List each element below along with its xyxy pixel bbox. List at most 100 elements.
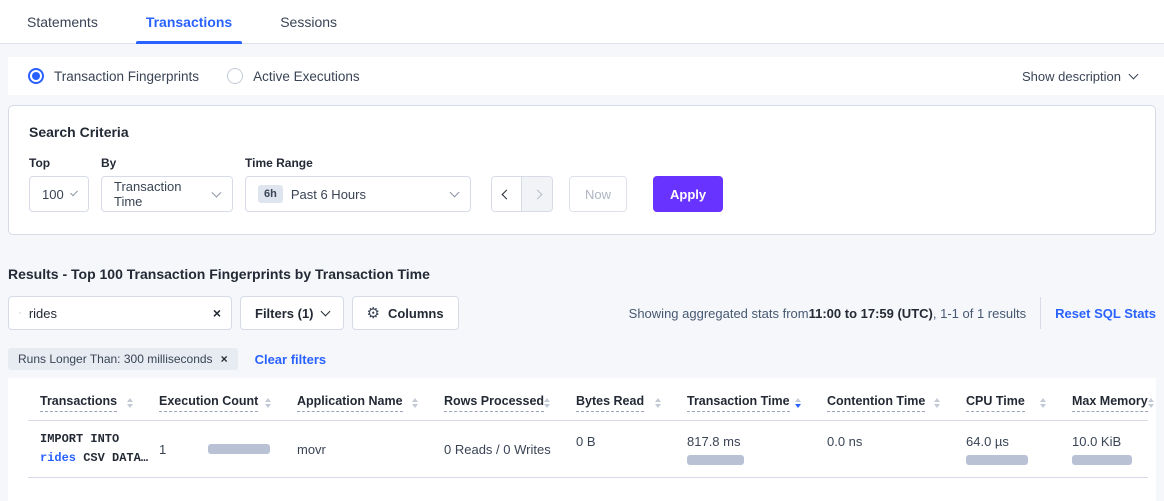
- cell-application-name: movr: [285, 421, 432, 478]
- sort-icon[interactable]: [934, 398, 940, 408]
- filters-button[interactable]: Filters (1): [240, 296, 344, 330]
- time-range-select[interactable]: 6h Past 6 Hours: [245, 176, 471, 212]
- transactions-table: Transactions Execution Count Application…: [28, 384, 1148, 478]
- sort-icon[interactable]: [127, 398, 133, 408]
- transaction-fingerprint-link[interactable]: rides: [40, 451, 76, 465]
- search-criteria-row: Top 100 By Transaction Time Time Range 6…: [29, 156, 1135, 212]
- by-select-value: Transaction Time: [114, 179, 205, 209]
- contention-time-value: 0.0 ns: [827, 434, 862, 449]
- by-label: By: [101, 156, 233, 170]
- statement-line2: rides CSV DATA…: [40, 449, 147, 468]
- gear-icon: ⚙: [367, 306, 380, 321]
- sort-icon[interactable]: [655, 398, 661, 408]
- sql-activity-tabbar: Statements Transactions Sessions: [0, 0, 1164, 44]
- chevron-right-icon: [532, 189, 542, 199]
- column-header-max-memory[interactable]: Max Memory: [1060, 384, 1148, 421]
- column-header-transaction-time[interactable]: Transaction Time: [675, 384, 815, 421]
- table-header-row: Transactions Execution Count Application…: [28, 384, 1148, 421]
- cell-max-memory: 10.0 KiB: [1060, 421, 1148, 478]
- column-header-transactions[interactable]: Transactions: [28, 384, 147, 421]
- cell-cpu-time: 64.0 µs: [954, 421, 1060, 478]
- search-criteria-card: Search Criteria Top 100 By Transaction T…: [8, 105, 1156, 235]
- tab-sessions[interactable]: Sessions: [270, 0, 347, 43]
- cell-transaction-fingerprint[interactable]: IMPORT INTO rides CSV DATA…: [28, 421, 147, 478]
- radio-unselected-icon: [227, 68, 243, 84]
- execution-count-bar: [208, 444, 270, 454]
- sort-icon[interactable]: [1148, 398, 1154, 408]
- sort-icon[interactable]: [544, 398, 550, 408]
- filter-chip-label: Runs Longer Than: 300 milliseconds: [18, 352, 213, 366]
- stats-suffix: , 1-1 of 1 results: [933, 306, 1026, 321]
- bytes-read-value: 0 B: [576, 434, 596, 449]
- show-description-toggle[interactable]: Show description: [1022, 69, 1137, 84]
- top-select-value: 100: [42, 187, 64, 202]
- search-criteria-title: Search Criteria: [29, 124, 1135, 140]
- columns-label: Columns: [388, 306, 444, 321]
- cell-bytes-read: 0 B: [564, 421, 675, 478]
- sort-icon-active-desc[interactable]: [795, 398, 801, 408]
- radio-transaction-fingerprints[interactable]: Transaction Fingerprints: [28, 68, 199, 84]
- top-select[interactable]: 100: [29, 176, 89, 212]
- filters-label: Filters (1): [255, 306, 314, 321]
- chevron-left-icon: [502, 189, 512, 199]
- statement-line1: IMPORT INTO: [40, 430, 147, 449]
- column-header-cpu-time[interactable]: CPU Time: [954, 384, 1060, 421]
- tab-statements[interactable]: Statements: [17, 0, 108, 43]
- cell-contention-time: 0.0 ns: [815, 421, 954, 478]
- clear-filters-link[interactable]: Clear filters: [255, 352, 327, 367]
- sort-icon[interactable]: [412, 398, 418, 408]
- transaction-time-bar: [687, 455, 744, 465]
- transaction-time-value: 817.8 ms: [687, 434, 815, 449]
- column-header-application-name[interactable]: Application Name: [285, 384, 432, 421]
- now-button[interactable]: Now: [569, 176, 627, 212]
- apply-button[interactable]: Apply: [653, 176, 723, 212]
- top-label: Top: [29, 156, 89, 170]
- radio-active-executions[interactable]: Active Executions: [227, 68, 360, 84]
- chevron-down-icon: [1129, 70, 1139, 80]
- next-window-button[interactable]: [522, 177, 552, 211]
- sort-icon[interactable]: [265, 398, 271, 408]
- cpu-time-value: 64.0 µs: [966, 434, 1060, 449]
- column-header-rows-processed[interactable]: Rows Processed: [432, 384, 564, 421]
- time-range-label: Time Range: [245, 156, 475, 170]
- results-table-panel: Transactions Execution Count Application…: [8, 378, 1156, 501]
- reset-sql-stats-link[interactable]: Reset SQL Stats: [1055, 306, 1156, 321]
- chevron-down-icon: [212, 188, 222, 198]
- column-header-execution-count[interactable]: Execution Count: [147, 384, 285, 421]
- view-toggle-band: Transaction Fingerprints Active Executio…: [8, 57, 1164, 95]
- rows-processed-value: 0 Reads / 0 Writes: [444, 442, 551, 457]
- max-memory-value: 10.0 KiB: [1072, 434, 1148, 449]
- sort-icon[interactable]: [1040, 398, 1046, 408]
- max-memory-bar: [1072, 455, 1132, 465]
- radio-label: Active Executions: [253, 69, 360, 84]
- cell-execution-count: 1: [147, 421, 285, 478]
- active-filters-row: Runs Longer Than: 300 milliseconds × Cle…: [8, 348, 1156, 370]
- radio-selected-icon: [28, 68, 44, 84]
- stats-time-range: 11:00 to 17:59 (UTC): [809, 306, 933, 321]
- radio-label: Transaction Fingerprints: [54, 69, 199, 84]
- remove-filter-icon[interactable]: ×: [221, 353, 228, 365]
- search-icon: [19, 306, 21, 320]
- column-header-contention-time[interactable]: Contention Time: [815, 384, 954, 421]
- time-range-field: Time Range 6h Past 6 Hours: [245, 156, 475, 212]
- search-box: ×: [8, 296, 232, 330]
- top-field: Top 100: [29, 156, 89, 212]
- stats-prefix: Showing aggregated stats from: [629, 306, 809, 321]
- column-header-bytes-read[interactable]: Bytes Read: [564, 384, 675, 421]
- chevron-down-icon: [450, 188, 460, 198]
- previous-window-button[interactable]: [492, 177, 522, 211]
- filter-chip: Runs Longer Than: 300 milliseconds ×: [8, 348, 238, 370]
- clear-search-icon[interactable]: ×: [213, 306, 221, 320]
- application-name-value: movr: [297, 442, 326, 457]
- by-select[interactable]: Transaction Time: [101, 176, 233, 212]
- tab-transactions[interactable]: Transactions: [136, 0, 242, 43]
- cell-rows-processed: 0 Reads / 0 Writes: [432, 421, 564, 478]
- time-range-badge: 6h: [258, 185, 283, 203]
- columns-button[interactable]: ⚙ Columns: [352, 296, 459, 330]
- results-heading: Results - Top 100 Transaction Fingerprin…: [8, 266, 1156, 282]
- time-range-value: Past 6 Hours: [291, 187, 366, 202]
- results-toolbar: × Filters (1) ⚙ Columns Showing aggregat…: [8, 296, 1156, 330]
- search-input[interactable]: [29, 306, 205, 321]
- by-field: By Transaction Time: [101, 156, 233, 212]
- cell-transaction-time: 817.8 ms: [675, 421, 815, 478]
